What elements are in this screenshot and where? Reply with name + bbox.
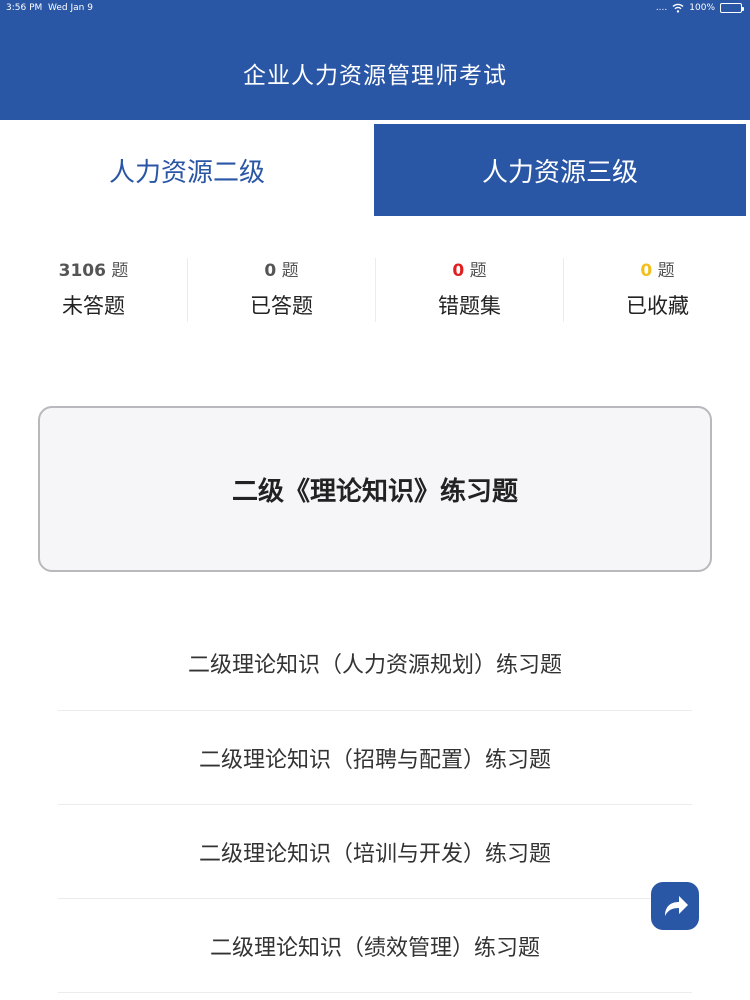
tab-level-2[interactable]: 人力资源二级 [0,124,374,216]
favorites-unit: 题 [657,261,675,281]
answered-count: 0 [264,261,277,281]
list-item-performance[interactable]: 二级理论知识（绩效管理）练习题 [58,899,692,993]
share-button[interactable] [651,882,699,930]
signal-icon: .... [655,3,668,13]
list-item-recruitment[interactable]: 二级理论知识（招聘与配置）练习题 [58,711,692,805]
status-right: .... 100% [655,0,744,16]
stat-favorites[interactable]: 0 题 已收藏 [564,256,750,326]
stat-wrong[interactable]: 0 题 错题集 [376,256,563,326]
list-item-training[interactable]: 二级理论知识（培训与开发）练习题 [58,805,692,899]
page-title: 企业人力资源管理师考试 [243,63,507,89]
app-header: 3:56 PM Wed Jan 9 .... 100% 企业人力资源管理师考试 [0,0,750,120]
battery-percent: 100% [689,3,715,13]
answered-label: 已答题 [250,294,313,318]
share-arrow-icon [665,896,688,916]
favorites-count: 0 [640,261,653,281]
status-bar: 3:56 PM Wed Jan 9 .... 100% [0,0,750,16]
tab-level-3[interactable]: 人力资源三级 [374,124,746,216]
unanswered-count: 3106 [58,261,106,281]
practice-list: 二级理论知识（人力资源规划）练习题 二级理论知识（招聘与配置）练习题 二级理论知… [58,616,692,993]
list-item-hr-planning[interactable]: 二级理论知识（人力资源规划）练习题 [58,616,692,711]
status-date: Wed Jan 9 [48,3,93,13]
theory-practice-card[interactable]: 二级《理论知识》练习题 [38,406,712,572]
favorites-label: 已收藏 [626,294,689,318]
status-time: 3:56 PM [6,3,43,13]
stat-answered[interactable]: 0 题 已答题 [188,256,375,326]
unanswered-label: 未答题 [62,294,125,318]
answered-unit: 题 [281,261,299,281]
battery-icon [720,3,744,13]
unanswered-unit: 题 [111,261,129,281]
wifi-icon [672,3,684,13]
level-tabs: 人力资源二级 人力资源三级 [0,124,750,216]
wrong-count: 0 [452,261,465,281]
wrong-unit: 题 [469,261,487,281]
wrong-label: 错题集 [438,294,501,318]
stats-row: 3106 题 未答题 0 题 已答题 0 题 错题集 0 题 已收藏 [0,256,750,326]
stat-unanswered[interactable]: 3106 题 未答题 [0,256,187,326]
